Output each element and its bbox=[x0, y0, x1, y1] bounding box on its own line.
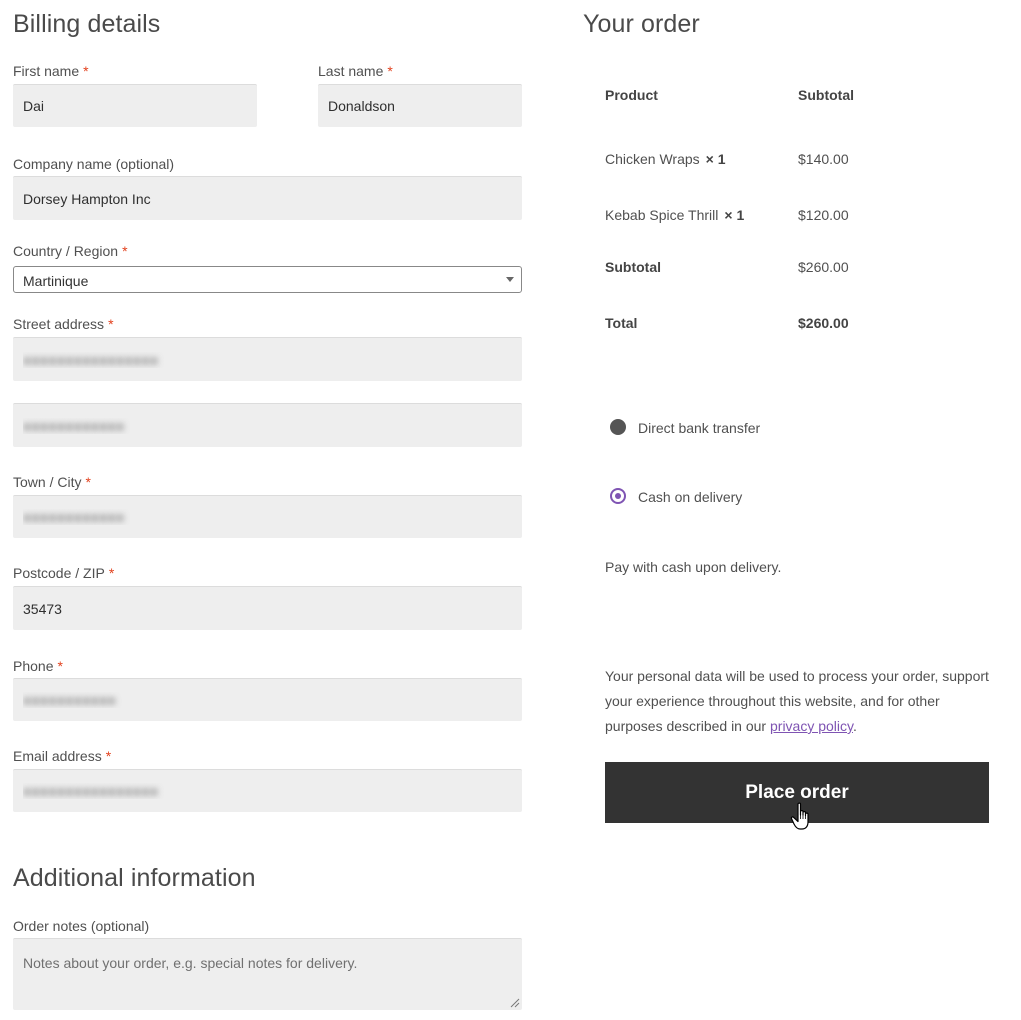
first-name-label: First name * bbox=[13, 63, 89, 79]
country-label: Country / Region * bbox=[13, 243, 128, 259]
privacy-policy-link[interactable]: privacy policy bbox=[770, 718, 853, 734]
bank-transfer-label[interactable]: Direct bank transfer bbox=[638, 420, 760, 436]
item-quantity: × 1 bbox=[705, 151, 726, 167]
postcode-field[interactable] bbox=[13, 586, 522, 630]
company-label: Company name (optional) bbox=[13, 156, 175, 172]
subtotal-column-header: Subtotal bbox=[798, 87, 854, 103]
required-mark: * bbox=[108, 565, 115, 581]
order-item: Chicken Wraps × 1 bbox=[605, 151, 726, 167]
town-field[interactable] bbox=[13, 495, 522, 538]
subtotal-value: $260.00 bbox=[798, 259, 849, 275]
first-name-field[interactable] bbox=[13, 84, 257, 127]
company-field[interactable] bbox=[13, 176, 522, 220]
resize-grip-icon[interactable] bbox=[510, 998, 520, 1008]
street-line1-field[interactable] bbox=[13, 337, 522, 381]
required-mark: * bbox=[83, 63, 89, 79]
total-value: $260.00 bbox=[798, 315, 849, 331]
subtotal-label: Subtotal bbox=[605, 259, 661, 275]
country-select[interactable]: Martinique bbox=[13, 266, 522, 293]
bank-transfer-radio[interactable] bbox=[610, 419, 626, 435]
required-mark: * bbox=[105, 748, 112, 764]
required-mark: * bbox=[387, 63, 393, 79]
street-line2-field[interactable] bbox=[13, 403, 522, 447]
additional-info-heading: Additional information bbox=[13, 864, 256, 892]
town-label: Town / City * bbox=[13, 474, 91, 490]
postcode-label: Postcode / ZIP * bbox=[13, 565, 115, 581]
phone-label: Phone * bbox=[13, 658, 63, 674]
total-label: Total bbox=[605, 315, 638, 331]
required-mark: * bbox=[57, 658, 63, 674]
last-name-label: Last name * bbox=[318, 63, 393, 79]
cash-on-delivery-radio[interactable] bbox=[610, 488, 626, 504]
order-notes-placeholder: Notes about your order, e.g. special not… bbox=[23, 955, 358, 971]
hand-cursor-icon bbox=[790, 802, 809, 830]
order-item: Kebab Spice Thrill × 1 bbox=[605, 207, 745, 223]
cash-on-delivery-label[interactable]: Cash on delivery bbox=[638, 489, 742, 505]
street-label: Street address * bbox=[13, 316, 114, 332]
item-quantity: × 1 bbox=[724, 207, 745, 223]
order-notes-field[interactable]: Notes about your order, e.g. special not… bbox=[13, 938, 522, 1010]
order-item-price: $120.00 bbox=[798, 207, 849, 223]
phone-field[interactable] bbox=[13, 678, 522, 721]
payment-description: Pay with cash upon delivery. bbox=[605, 559, 782, 575]
required-mark: * bbox=[122, 243, 128, 259]
country-selected-value: Martinique bbox=[23, 273, 89, 289]
email-label: Email address * bbox=[13, 748, 112, 764]
required-mark: * bbox=[108, 316, 114, 332]
privacy-notice: Your personal data will be used to proce… bbox=[605, 668, 989, 734]
chevron-down-icon bbox=[506, 277, 514, 282]
required-mark: * bbox=[85, 474, 91, 490]
billing-heading: Billing details bbox=[13, 10, 161, 38]
last-name-field[interactable] bbox=[318, 84, 522, 127]
product-column-header: Product bbox=[605, 87, 658, 103]
your-order-heading: Your order bbox=[583, 10, 700, 38]
order-notes-label: Order notes (optional) bbox=[13, 918, 150, 934]
email-field[interactable] bbox=[13, 769, 522, 812]
order-item-price: $140.00 bbox=[798, 151, 849, 167]
